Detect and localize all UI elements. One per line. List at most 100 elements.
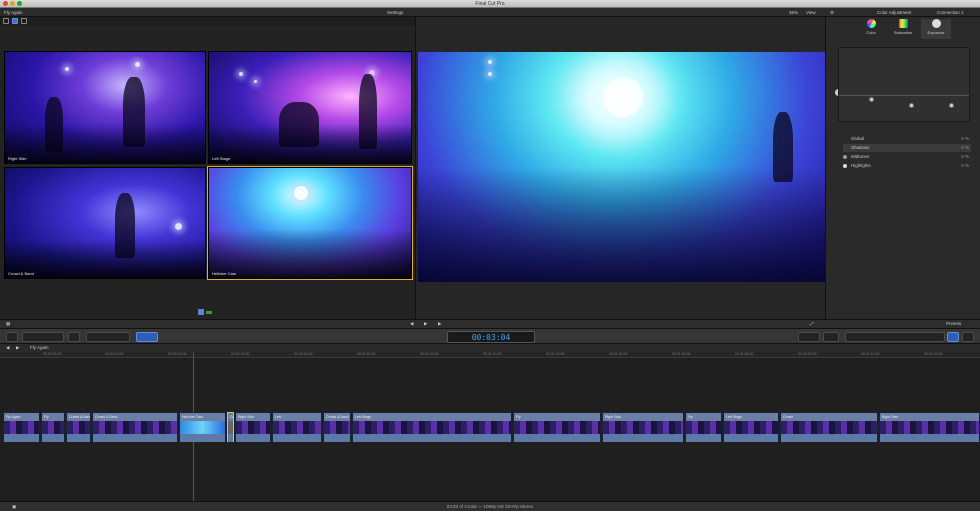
video-audio-angle-icon[interactable]: [12, 18, 18, 24]
midtones-dot: [843, 155, 847, 159]
view-menu[interactable]: View: [806, 10, 816, 15]
timeline-clip[interactable]: Fly Again: [3, 412, 40, 442]
gear-icon[interactable]: ⚙: [830, 10, 834, 16]
timeline-clip[interactable]: Crowd & Band: [323, 412, 351, 442]
tab-saturation[interactable]: Saturation: [888, 19, 918, 39]
ruler-tick: 00:00:20:00: [168, 352, 187, 356]
library-buttons-group[interactable]: [22, 332, 64, 342]
timeline-project-name: Fly Again: [30, 345, 49, 350]
timeline-header: ◀ ▶ Fly Again: [0, 344, 980, 352]
angle-hellcher-cam[interactable]: Hellcher Cam: [207, 166, 413, 280]
shadows-puck[interactable]: [869, 97, 874, 102]
video-angle-icon[interactable]: [3, 18, 9, 24]
presets-menu[interactable]: Presets: [946, 321, 961, 326]
timeline-clip[interactable]: Right Side: [235, 412, 271, 442]
audio-switch-icon[interactable]: [206, 311, 212, 314]
next-frame-icon[interactable]: ▶: [438, 321, 441, 327]
timeline-clip[interactable]: Right Side: [879, 412, 980, 442]
status-text: 03:03 of 3 total — 1080p HD 29.97p Stere…: [446, 504, 534, 509]
angle-label: Crowd & Band: [8, 271, 34, 276]
angle-viewer-toolbar: [0, 17, 415, 26]
ruler-tick: 00:02:00:00: [798, 352, 817, 356]
main-toolbar: 00:03:04: [0, 328, 980, 344]
row-midtones[interactable]: Midtones 0 %: [843, 153, 971, 161]
tab-exposure[interactable]: Exposure: [921, 19, 951, 39]
inspector-header: ⚙ Color Adjustment Connection 1: [825, 8, 980, 17]
viewer-frame-image: [418, 52, 825, 282]
edit-buttons-group[interactable]: [86, 332, 130, 342]
angle-layout-icon[interactable]: ▦: [6, 321, 10, 327]
ruler-tick: 00:02:10:00: [861, 352, 880, 356]
row-highlights[interactable]: Highlights 0 %: [843, 162, 971, 170]
angle-label: Left Stage: [212, 156, 231, 161]
ruler-tick: 00:01:40:00: [672, 352, 691, 356]
share-button[interactable]: [962, 332, 974, 342]
dashboard-timecode[interactable]: 00:03:04: [447, 331, 535, 343]
timeline-clip-selected[interactable]: Crowd: [227, 412, 234, 442]
import-media-button[interactable]: [6, 332, 18, 342]
status-bar: ▣ 03:03 of 3 total — 1080p HD 29.97p Ste…: [0, 501, 980, 511]
window-titlebar: Final Cut Pro: [0, 0, 980, 8]
timeline-clip[interactable]: Fly: [41, 412, 65, 442]
ruler-tick: 00:00:10:00: [105, 352, 124, 356]
angle-right-side[interactable]: Right Side: [4, 51, 206, 164]
timeline-clip[interactable]: Fly: [685, 412, 722, 442]
ruler-tick: 00:01:00:00: [420, 352, 439, 356]
midtones-puck[interactable]: [909, 103, 914, 108]
angle-label: Hellcher Cam: [212, 271, 237, 276]
ruler-tick: 00:00:30:00: [231, 352, 250, 356]
timeline-clip[interactable]: Left Stage: [723, 412, 779, 442]
ruler-tick: 00:01:50:00: [735, 352, 754, 356]
transport-bar: ▦ ◀ ▶ ▶ ⤢ Presets: [0, 319, 980, 328]
ruler-tick: 00:01:20:00: [546, 352, 565, 356]
viewer-header: Fly Again Settings 36% View: [0, 8, 825, 17]
connection-menu[interactable]: Connection 1: [937, 10, 964, 15]
timeline-clip[interactable]: Right Side: [602, 412, 684, 442]
forward-icon[interactable]: ▶: [16, 345, 19, 351]
audio-angle-icon[interactable]: [21, 18, 27, 24]
ruler-tick: 00:01:10:00: [483, 352, 502, 356]
back-icon[interactable]: ◀: [6, 345, 9, 351]
exposure-board[interactable]: [838, 47, 970, 122]
highlights-puck[interactable]: [949, 103, 954, 108]
angle-left-stage[interactable]: Left Stage: [208, 51, 412, 164]
timeline-clip[interactable]: Crowd & Band: [92, 412, 178, 442]
row-shadows[interactable]: Shadows 0 %: [843, 144, 971, 152]
window-title: Final Cut Pro: [475, 1, 505, 7]
ruler-tick: 00:01:30:00: [609, 352, 628, 356]
row-global[interactable]: Global 0 %: [843, 135, 971, 143]
timeline-clip[interactable]: Crowd: [780, 412, 878, 442]
ruler-tick: 00:00:00:00: [43, 352, 62, 356]
highlights-dot: [843, 164, 847, 168]
inspector-title: Color Adjustment: [877, 10, 912, 15]
timeline-clip[interactable]: Left: [272, 412, 322, 442]
angle-crowd-band[interactable]: Crowd & Band: [4, 167, 206, 279]
angle-settings-button[interactable]: Settings: [387, 10, 403, 15]
main-viewer: [415, 17, 825, 319]
fullscreen-icon[interactable]: ⤢: [810, 321, 814, 326]
media-browser-buttons[interactable]: [845, 332, 945, 342]
previous-frame-icon[interactable]: ◀: [410, 321, 413, 327]
retime-button[interactable]: [798, 332, 820, 342]
ruler-tick: 00:00:40:00: [294, 352, 313, 356]
event-name: Fly Again: [4, 10, 23, 15]
ruler-tick: 00:00:50:00: [357, 352, 376, 356]
timeline-clip[interactable]: Hellcher Cam: [179, 412, 226, 442]
video-switch-icon[interactable]: [198, 309, 204, 315]
zoom-level[interactable]: 36%: [789, 10, 798, 15]
multicam-clip-track: Fly Again Fly Crowd & Band Crowd & Band …: [3, 412, 980, 442]
select-tool-button[interactable]: [136, 332, 158, 342]
color-wheel-icon: [866, 19, 876, 28]
angle-viewer: Right Side Left Stage Crowd & Band Hellc…: [0, 26, 415, 319]
timeline-clip[interactable]: Crowd & Band: [66, 412, 91, 442]
color-board-inspector: Color Saturation Exposure Global 0 % Sha…: [825, 17, 980, 319]
enhance-button[interactable]: [823, 332, 839, 342]
timeline-clip[interactable]: Left Stage: [352, 412, 512, 442]
inspector-toggle-button[interactable]: [947, 332, 959, 342]
tab-color[interactable]: Color: [856, 19, 886, 39]
saturation-icon: [898, 19, 908, 28]
timeline-clip[interactable]: Fly: [513, 412, 601, 442]
keyword-button[interactable]: [68, 332, 80, 342]
exposure-icon: [931, 19, 941, 28]
play-icon[interactable]: ▶: [424, 321, 427, 327]
